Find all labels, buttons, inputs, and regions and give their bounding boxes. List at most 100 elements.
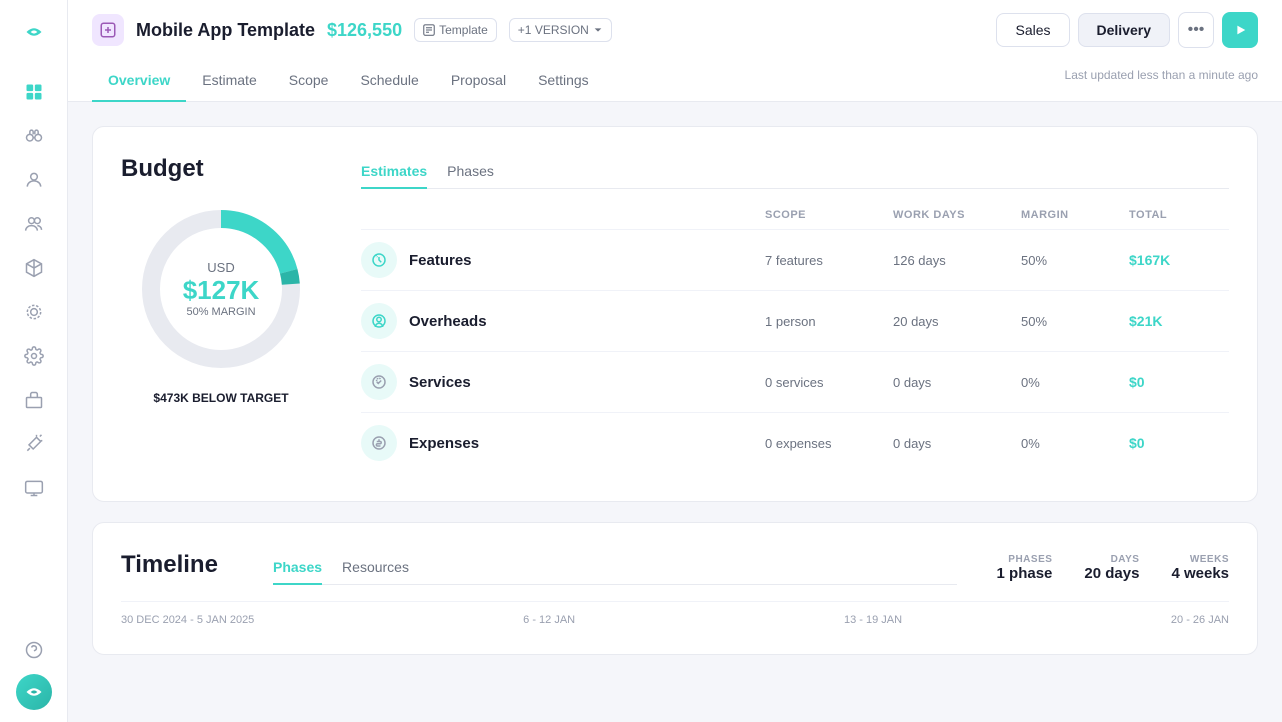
services-name: Services: [409, 374, 471, 391]
project-price: $126,550: [327, 20, 402, 41]
col-workdays: WORK DAYS: [893, 209, 1013, 221]
tab-schedule[interactable]: Schedule: [344, 60, 434, 102]
estimate-row-expenses: Expenses 0 expenses 0 days 0% $0: [361, 412, 1229, 473]
features-icon: [361, 242, 397, 278]
est-tab-phases[interactable]: Phases: [447, 155, 494, 189]
timeline-stats: PHASES 1 phase DAYS 20 days WEEKS 4 week…: [957, 554, 1229, 582]
budget-left: Budget USD $127K 50% MARGIN: [121, 155, 321, 473]
person-icon[interactable]: [14, 160, 54, 200]
weeks-label: WEEKS: [1190, 554, 1229, 565]
row-name-services: Services: [361, 364, 757, 400]
expenses-icon: [361, 425, 397, 461]
timeline-stat-weeks: WEEKS 4 weeks: [1171, 554, 1229, 582]
template-badge[interactable]: Template: [414, 18, 497, 42]
play-button[interactable]: [1222, 12, 1258, 48]
row-name-expenses: Expenses: [361, 425, 757, 461]
tab-scope[interactable]: Scope: [273, 60, 345, 102]
tl-tab-resources[interactable]: Resources: [342, 551, 409, 585]
services-days: 0 days: [893, 375, 1013, 390]
col-name: [361, 209, 757, 221]
est-tab-estimates[interactable]: Estimates: [361, 155, 427, 189]
features-days: 126 days: [893, 253, 1013, 268]
project-icon: [92, 14, 124, 46]
features-scope: 7 features: [765, 253, 885, 268]
row-name-features: Features: [361, 242, 757, 278]
days-label: DAYS: [1111, 554, 1140, 565]
overheads-name: Overheads: [409, 313, 487, 330]
sidebar-bottom: [14, 630, 54, 710]
col-margin: MARGIN: [1021, 209, 1121, 221]
row-name-overheads: Overheads: [361, 303, 757, 339]
date-4: 20 - 26 JAN: [1171, 614, 1229, 626]
budget-below-target: $473K BELOW TARGET: [153, 391, 288, 405]
timeline-tabs-area: Phases Resources PHASES 1 phase DAYS 20 …: [273, 551, 1229, 585]
budget-donut: USD $127K 50% MARGIN: [131, 199, 311, 379]
expenses-scope: 0 expenses: [765, 436, 885, 451]
timeline-title: Timeline: [121, 551, 241, 579]
nav-tabs: Overview Estimate Scope Schedule Proposa…: [92, 60, 605, 101]
team-icon[interactable]: [14, 204, 54, 244]
header-top: Mobile App Template $126,550 Template +1…: [92, 0, 1258, 60]
more-button[interactable]: •••: [1178, 12, 1214, 48]
donut-margin: 50% MARGIN: [183, 306, 260, 318]
phases-value: 1 phase: [997, 565, 1053, 582]
overheads-icon: [361, 303, 397, 339]
binoculars-icon[interactable]: [14, 116, 54, 156]
weeks-value: 4 weeks: [1171, 565, 1229, 582]
gear-icon[interactable]: [14, 336, 54, 376]
budget-card: Budget USD $127K 50% MARGIN: [92, 126, 1258, 502]
expenses-name: Expenses: [409, 435, 479, 452]
col-scope: SCOPE: [765, 209, 885, 221]
version-badge[interactable]: +1 VERSION: [509, 18, 612, 42]
overheads-total: $21K: [1129, 313, 1229, 329]
services-icon: [361, 364, 397, 400]
building-icon[interactable]: [14, 380, 54, 420]
services-margin: 0%: [1021, 375, 1121, 390]
tl-tab-phases[interactable]: Phases: [273, 551, 322, 585]
tab-proposal[interactable]: Proposal: [435, 60, 522, 102]
tab-overview[interactable]: Overview: [92, 60, 186, 102]
timeline-stat-days: DAYS 20 days: [1084, 554, 1139, 582]
timeline-top: Timeline Phases Resources PHASES 1 phase: [121, 551, 1229, 585]
delivery-button[interactable]: Delivery: [1078, 13, 1170, 47]
help-icon[interactable]: [14, 630, 54, 670]
features-name: Features: [409, 252, 472, 269]
features-margin: 50%: [1021, 253, 1121, 268]
project-title: Mobile App Template: [136, 20, 315, 41]
donut-center: USD $127K 50% MARGIN: [183, 260, 260, 318]
date-3: 13 - 19 JAN: [844, 614, 902, 626]
timeline-card: Timeline Phases Resources PHASES 1 phase: [92, 522, 1258, 655]
date-2: 6 - 12 JAN: [523, 614, 575, 626]
last-updated: Last updated less than a minute ago: [1065, 68, 1258, 94]
tab-estimate[interactable]: Estimate: [186, 60, 272, 102]
services-total: $0: [1129, 374, 1229, 390]
col-total: TOTAL: [1129, 209, 1229, 221]
page-content: Budget USD $127K 50% MARGIN: [68, 102, 1282, 722]
expenses-margin: 0%: [1021, 436, 1121, 451]
cube-icon[interactable]: [14, 248, 54, 288]
expenses-days: 0 days: [893, 436, 1013, 451]
magic-icon[interactable]: [14, 424, 54, 464]
estimate-row-services: Services 0 services 0 days 0% $0: [361, 351, 1229, 412]
services-scope: 0 services: [765, 375, 885, 390]
dashboard-icon[interactable]: [14, 72, 54, 112]
overheads-margin: 50%: [1021, 314, 1121, 329]
donut-currency: USD: [183, 260, 260, 275]
timeline-tabs: Phases Resources: [273, 551, 957, 585]
tab-settings[interactable]: Settings: [522, 60, 605, 102]
estimate-row-features: Features 7 features 126 days 50% $167K: [361, 229, 1229, 290]
chat-icon[interactable]: [14, 292, 54, 332]
timeline-stat-phases: PHASES 1 phase: [997, 554, 1053, 582]
date-1: 30 DEC 2024 - 5 JAN 2025: [121, 614, 254, 626]
sidebar: [0, 0, 68, 722]
donut-amount: $127K: [183, 275, 260, 306]
user-avatar[interactable]: [16, 674, 52, 710]
monitor-icon[interactable]: [14, 468, 54, 508]
sales-button[interactable]: Sales: [996, 13, 1069, 47]
budget-title: Budget: [121, 155, 204, 183]
overheads-scope: 1 person: [765, 314, 885, 329]
features-total: $167K: [1129, 252, 1229, 268]
app-logo[interactable]: [14, 12, 54, 52]
days-value: 20 days: [1084, 565, 1139, 582]
budget-right: Estimates Phases SCOPE WORK DAYS MARGIN …: [361, 155, 1229, 473]
